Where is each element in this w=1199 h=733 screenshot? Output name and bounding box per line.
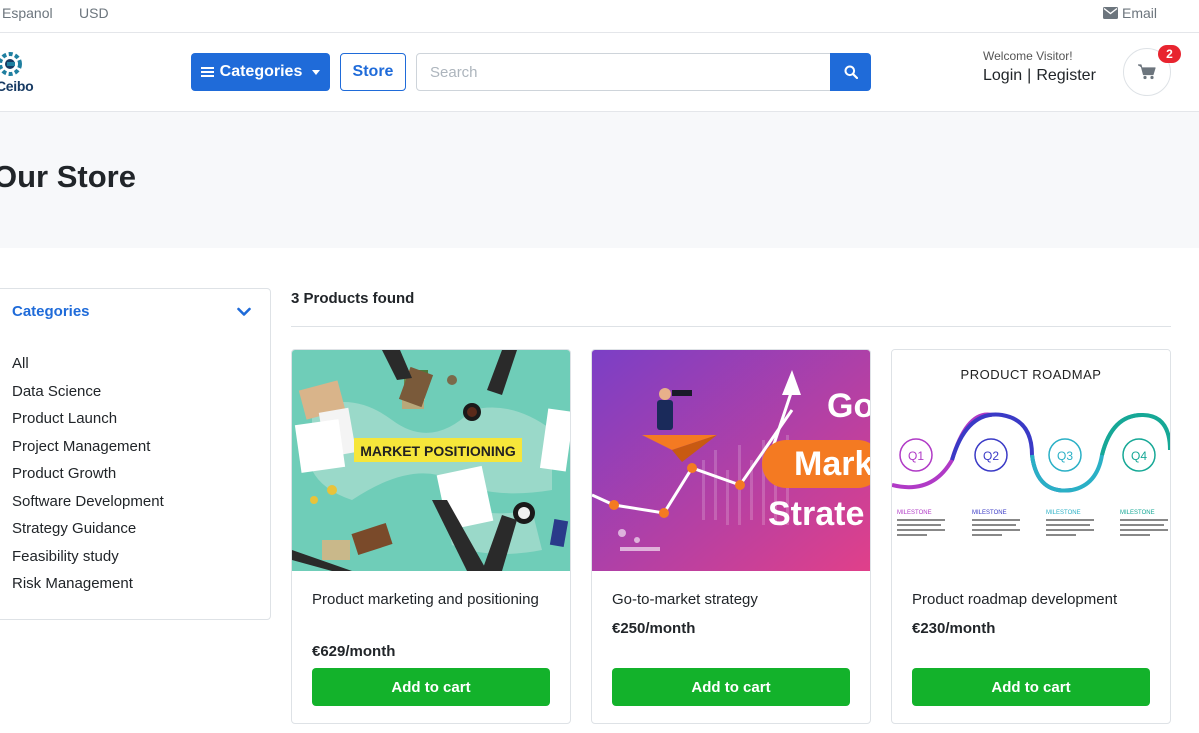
results-count: 3 Products found bbox=[291, 290, 415, 307]
image-caption: MARKET POSITIONING bbox=[360, 443, 516, 459]
envelope-icon bbox=[1103, 7, 1118, 19]
product-card: PRODUCT ROADMAP Q1 Q2 Q3 Q4 MILESTONE MI… bbox=[891, 349, 1171, 724]
category-item-product-growth[interactable]: Product Growth bbox=[12, 463, 164, 491]
email-link[interactable]: Email bbox=[1103, 5, 1157, 21]
product-price: €230/month bbox=[912, 620, 996, 637]
category-item-product-launch[interactable]: Product Launch bbox=[12, 408, 164, 436]
sidebar-heading[interactable]: Categories bbox=[12, 303, 90, 320]
quarter-label: Q4 bbox=[1131, 449, 1147, 463]
top-bar: Espanol USD Email bbox=[0, 0, 1199, 33]
image-caption-line-1: Go bbox=[827, 387, 870, 425]
language-switch[interactable]: Espanol bbox=[2, 5, 53, 21]
caret-down-icon bbox=[312, 69, 321, 75]
product-title[interactable]: Product roadmap development bbox=[912, 588, 1152, 611]
divider bbox=[291, 326, 1171, 327]
categories-button[interactable]: Categories bbox=[191, 53, 330, 91]
category-item-risk-management[interactable]: Risk Management bbox=[12, 573, 164, 601]
product-title[interactable]: Product marketing and positioning bbox=[312, 588, 552, 611]
chevron-down-icon[interactable] bbox=[237, 307, 251, 317]
product-image[interactable]: PRODUCT ROADMAP Q1 Q2 Q3 Q4 MILESTONE MI… bbox=[892, 350, 1170, 571]
quarter-label: Q3 bbox=[1057, 449, 1073, 463]
milestone-label: MILESTONE bbox=[1046, 510, 1081, 516]
product-image[interactable]: MARKET POSITIONING bbox=[292, 350, 570, 571]
category-item-feasibility-study[interactable]: Feasibility study bbox=[12, 546, 164, 574]
image-caption-line-2: Mark bbox=[794, 445, 870, 483]
milestone-label: MILESTONE bbox=[897, 510, 932, 516]
page-title: Our Store bbox=[0, 159, 136, 194]
logo-gear-icon bbox=[0, 52, 22, 76]
page-hero: Our Store bbox=[0, 112, 1199, 248]
search-input[interactable] bbox=[416, 53, 831, 91]
register-link[interactable]: Register bbox=[1036, 67, 1096, 85]
store-button[interactable]: Store bbox=[340, 53, 406, 91]
image-caption-line-3: Strate bbox=[768, 495, 864, 533]
category-item-strategy-guidance[interactable]: Strategy Guidance bbox=[12, 518, 164, 546]
category-list: All Data Science Product Launch Project … bbox=[12, 353, 164, 601]
auth-links: Login | Register bbox=[983, 67, 1096, 85]
brand-name: Ceibo bbox=[0, 78, 34, 94]
bars-icon bbox=[200, 67, 214, 77]
product-price: €250/month bbox=[612, 620, 696, 637]
login-link[interactable]: Login bbox=[983, 67, 1022, 85]
add-to-cart-button[interactable]: Add to cart bbox=[912, 668, 1150, 706]
quarter-label: Q1 bbox=[908, 449, 924, 463]
logo[interactable]: Ceibo bbox=[0, 51, 40, 95]
add-to-cart-button[interactable]: Add to cart bbox=[612, 668, 850, 706]
search-button[interactable] bbox=[830, 53, 871, 91]
cart-count-badge: 2 bbox=[1158, 45, 1181, 63]
category-item-all[interactable]: All bbox=[12, 353, 164, 381]
product-title[interactable]: Go-to-market strategy bbox=[612, 588, 852, 611]
image-heading: PRODUCT ROADMAP bbox=[961, 367, 1102, 382]
category-item-data-science[interactable]: Data Science bbox=[12, 381, 164, 409]
main-header: Ceibo Categories Store Welcome Visitor! … bbox=[0, 33, 1199, 112]
product-card: MARKET POSITIONING Product marketing and… bbox=[291, 349, 571, 724]
categories-sidebar: Categories All Data Science Product Laun… bbox=[0, 288, 271, 620]
auth-separator: | bbox=[1027, 67, 1032, 84]
email-label: Email bbox=[1122, 5, 1158, 21]
quarter-label: Q2 bbox=[983, 449, 999, 463]
add-to-cart-button[interactable]: Add to cart bbox=[312, 668, 550, 706]
cart-icon bbox=[1138, 64, 1156, 80]
product-price: €629/month bbox=[312, 643, 396, 660]
category-item-software-development[interactable]: Software Development bbox=[12, 491, 164, 519]
product-image[interactable]: Go Mark Strate bbox=[592, 350, 870, 571]
categories-button-label: Categories bbox=[219, 63, 303, 80]
currency-switch[interactable]: USD bbox=[79, 5, 109, 21]
category-item-project-management[interactable]: Project Management bbox=[12, 436, 164, 464]
milestone-label: MILESTONE bbox=[1120, 510, 1155, 516]
welcome-text: Welcome Visitor! bbox=[983, 49, 1073, 63]
search-icon bbox=[844, 65, 858, 79]
milestone-label: MILESTONE bbox=[972, 510, 1007, 516]
product-card: Go Mark Strate Go-to-market strategy €25… bbox=[591, 349, 871, 724]
